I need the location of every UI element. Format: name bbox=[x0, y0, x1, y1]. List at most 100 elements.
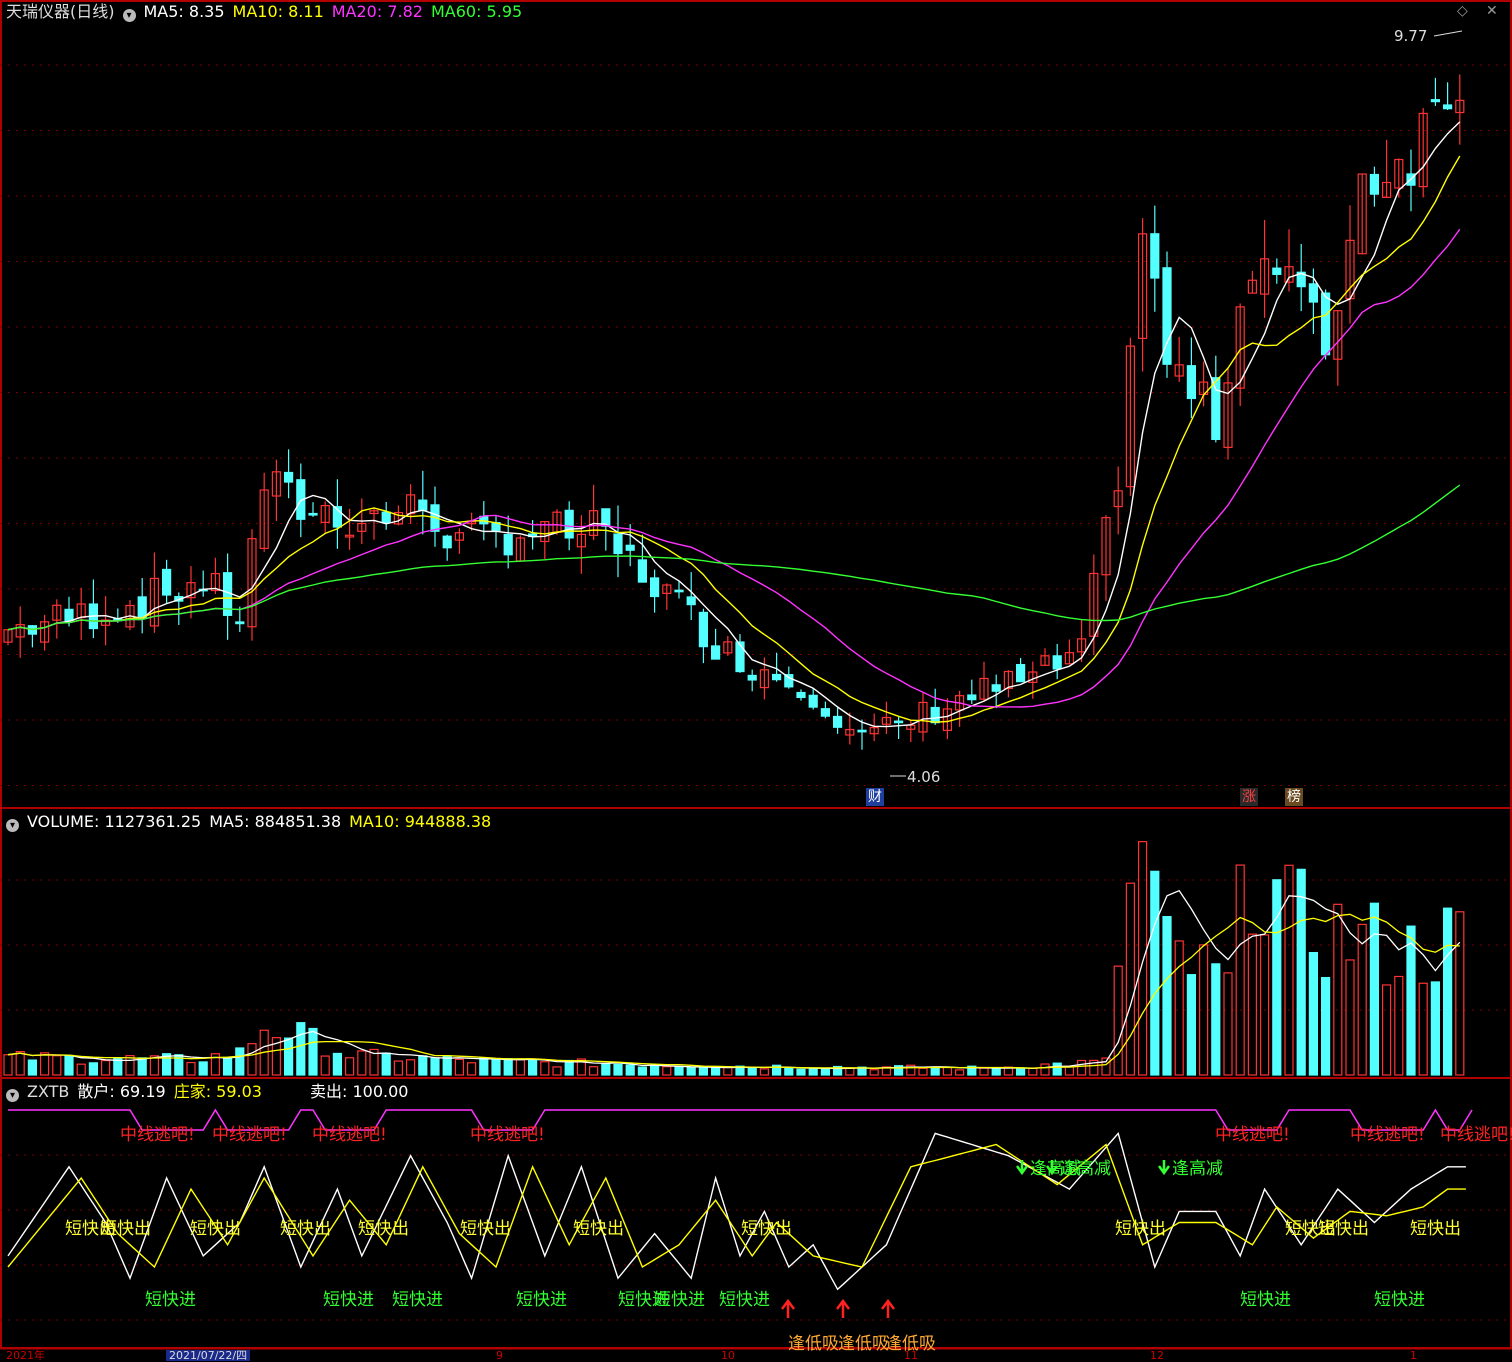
volume-bar bbox=[601, 1063, 611, 1076]
volume-bar bbox=[820, 1068, 831, 1076]
short-in-signal: 短快进 bbox=[1240, 1290, 1291, 1310]
candle-body bbox=[613, 533, 623, 555]
candle-body bbox=[991, 684, 1001, 692]
escape-signal: 中线逃吧! bbox=[1440, 1125, 1512, 1145]
volume-bar bbox=[540, 1061, 550, 1076]
candle-body bbox=[735, 641, 745, 673]
candle-body bbox=[564, 509, 574, 539]
volume-bar bbox=[223, 1056, 233, 1076]
volume-bar bbox=[406, 1059, 416, 1076]
short-out-signal: 短快出 bbox=[573, 1219, 624, 1239]
candle-body bbox=[1211, 377, 1221, 440]
volume-panel-header: ▾ VOLUME: 1127361.25 MA5: 884851.38 MA10: 9… bbox=[6, 812, 499, 832]
high-marker bbox=[1433, 30, 1463, 37]
volume-bar bbox=[1113, 965, 1123, 1076]
ma20-line bbox=[7, 228, 1461, 708]
volume-bar bbox=[686, 1067, 696, 1076]
low-buy-signal: 逢低吸 bbox=[788, 1334, 839, 1354]
candle-body bbox=[235, 621, 245, 625]
volume-bar bbox=[784, 1067, 794, 1076]
volume-bar bbox=[698, 1067, 709, 1076]
volume-bar bbox=[1320, 976, 1331, 1076]
candle-body bbox=[284, 471, 294, 483]
volume-bar bbox=[1174, 940, 1184, 1076]
candle-body bbox=[64, 608, 74, 622]
down-arrow-icon bbox=[1157, 1160, 1171, 1176]
volume-ma5-indicator: MA5: 884851.38 bbox=[209, 812, 342, 831]
short-in-signal: 短快进 bbox=[323, 1290, 374, 1310]
candle-body bbox=[686, 596, 696, 606]
volume-bar bbox=[649, 1065, 660, 1076]
ma5-indicator: MA5: 8.35 bbox=[143, 2, 225, 21]
volume-bar bbox=[3, 1054, 13, 1076]
volume-bar bbox=[454, 1058, 464, 1076]
escape-signal: 中线逃吧! bbox=[212, 1125, 287, 1145]
up-arrow-icon bbox=[781, 1298, 795, 1318]
candle-body bbox=[1308, 283, 1319, 303]
finance-badge[interactable]: 财 bbox=[866, 788, 884, 806]
candle-body bbox=[967, 694, 977, 701]
short-in-signal: 短快进 bbox=[516, 1290, 567, 1310]
chart-canvas[interactable]: 中线逃吧! 中线逃吧! 中线逃吧! 中线逃吧! 中线逃吧! 中线逃吧! 中线逃吧!短快出短快… bbox=[0, 0, 1512, 1361]
volume-bar bbox=[942, 1066, 953, 1076]
candle-body bbox=[820, 708, 831, 717]
volume-bar bbox=[1040, 1063, 1050, 1076]
volume-bar bbox=[674, 1066, 684, 1076]
volume-bar bbox=[1186, 974, 1197, 1076]
zxtb-panel-header: ▾ ZXTB 散户: 69.19 庄家: 59.03 卖出: 100.00 bbox=[6, 1082, 416, 1102]
candle-body bbox=[1015, 664, 1026, 683]
volume-bar bbox=[515, 1059, 526, 1076]
candle-body bbox=[1442, 104, 1453, 110]
x-label-year: 2021年 bbox=[6, 1349, 45, 1362]
ranking-badge[interactable]: 榜 bbox=[1285, 788, 1303, 806]
candle-body bbox=[1052, 655, 1062, 670]
reduce-signal: 逢高减 bbox=[1172, 1159, 1223, 1179]
short-out-signal: 短快出 bbox=[190, 1219, 241, 1239]
candle-body bbox=[1430, 99, 1441, 103]
escape-signal: 中线逃吧! bbox=[1350, 1125, 1425, 1145]
chart-frame bbox=[0, 0, 1512, 1349]
volume-bar bbox=[1272, 879, 1282, 1076]
volume-bar bbox=[1125, 882, 1136, 1076]
zxtb-settings-icon[interactable]: ▾ bbox=[6, 1089, 19, 1102]
volume-bar bbox=[1162, 915, 1172, 1076]
settings-icon[interactable]: ▾ bbox=[122, 9, 136, 22]
volume-bar bbox=[357, 1050, 367, 1076]
volume-bar bbox=[503, 1058, 513, 1076]
candle-body bbox=[1150, 233, 1160, 279]
candle-body bbox=[649, 577, 660, 598]
short-out-signal: 短快出 bbox=[1115, 1219, 1166, 1239]
volume-bar bbox=[1430, 981, 1441, 1076]
up-arrow-icon bbox=[881, 1298, 895, 1318]
volume-bar bbox=[723, 1066, 733, 1076]
rise-badge[interactable]: 涨 bbox=[1240, 788, 1258, 806]
zxtb-name: ZXTB bbox=[27, 1082, 70, 1101]
volume-bar bbox=[320, 1055, 330, 1076]
diamond-icon[interactable]: ◇ bbox=[1457, 3, 1468, 19]
candle-body bbox=[698, 611, 709, 648]
volume-bar bbox=[796, 1068, 806, 1076]
volume-bar bbox=[345, 1057, 355, 1076]
volume-bar bbox=[552, 1066, 562, 1076]
candle-body bbox=[308, 512, 318, 516]
volume-bar bbox=[1394, 975, 1404, 1076]
high-price-label: 9.77 bbox=[1394, 27, 1428, 45]
volume-settings-icon[interactable]: ▾ bbox=[6, 819, 19, 832]
volume-bar bbox=[759, 1068, 770, 1076]
short-out-signal: 短快出 bbox=[460, 1219, 511, 1239]
volume-bar bbox=[1259, 934, 1270, 1076]
volume-bar bbox=[1296, 868, 1306, 1076]
volume-bar bbox=[100, 1059, 111, 1076]
volume-bar bbox=[247, 1043, 257, 1076]
volume-bar bbox=[284, 1037, 294, 1076]
volume-bar bbox=[613, 1063, 623, 1076]
short-in-signal: 短快进 bbox=[1374, 1290, 1425, 1310]
volume-bar bbox=[1247, 933, 1258, 1076]
volume-bar bbox=[1381, 984, 1392, 1076]
volume-bar bbox=[186, 1061, 196, 1076]
ma10-indicator: MA10: 8.11 bbox=[232, 2, 324, 21]
candle-body bbox=[137, 596, 147, 620]
dealer-line bbox=[7, 1143, 1466, 1269]
close-icon[interactable]: ✕ bbox=[1486, 3, 1498, 19]
x-label-selected-date[interactable]: 2021/07/22/四 bbox=[166, 1350, 251, 1361]
